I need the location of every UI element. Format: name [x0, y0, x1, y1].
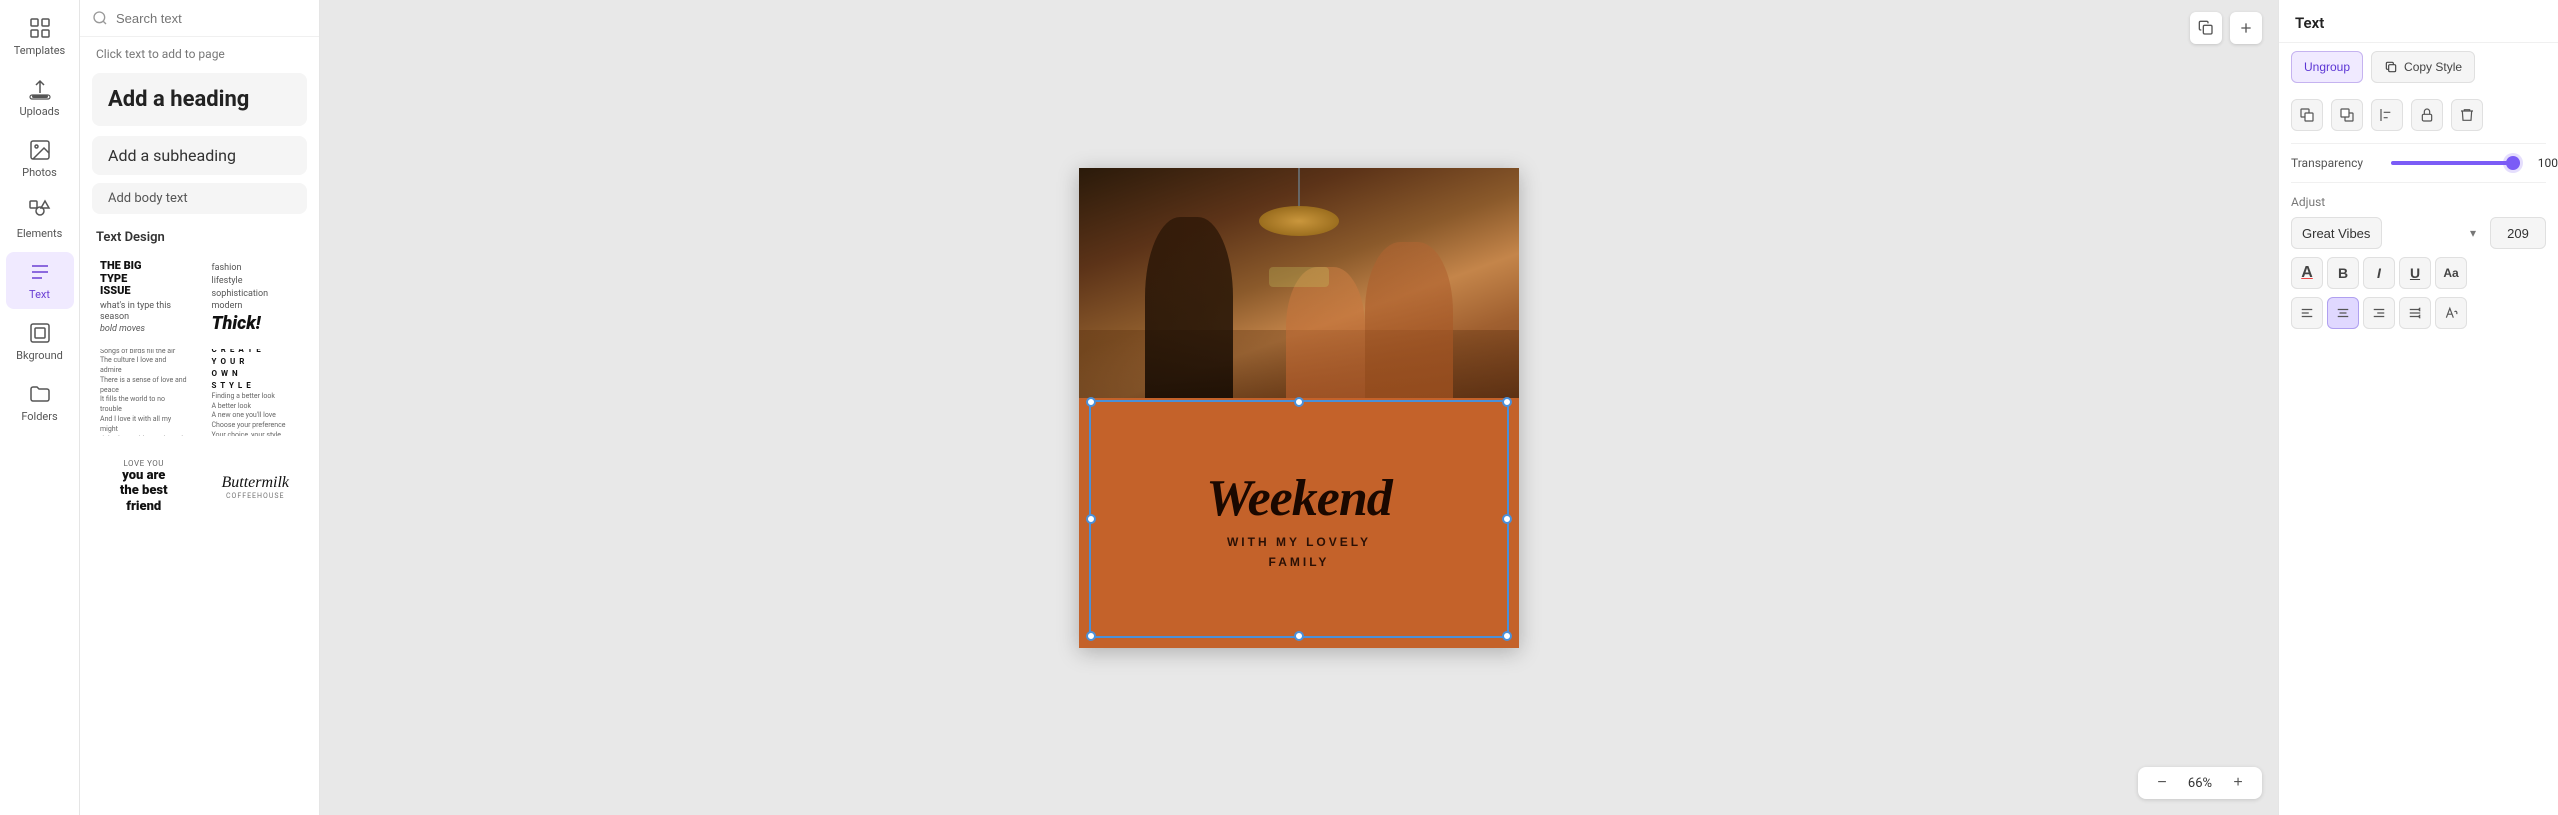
design2-line2: Thick!	[212, 313, 300, 334]
font-select-wrapper: Great Vibes	[2291, 217, 2484, 249]
canvas-text-area: Weekend WITH MY LOVELY FAMILY	[1079, 398, 1519, 648]
bold-button[interactable]: B	[2327, 257, 2359, 289]
design6-line1: Buttermilk	[212, 474, 300, 492]
search-bar	[80, 0, 319, 37]
delete-button[interactable]	[2451, 99, 2483, 131]
canvas-title[interactable]: Weekend	[1206, 473, 1392, 525]
search-input[interactable]	[116, 11, 307, 26]
canvas-photo	[1079, 168, 1519, 418]
sidebar-item-background[interactable]: Bkground	[6, 313, 74, 370]
copy-style-button[interactable]: Copy Style	[2371, 51, 2475, 83]
design5-line2: you arethe bestfriend	[100, 468, 188, 515]
handle-tm[interactable]	[1294, 397, 1304, 407]
add-page-button[interactable]	[2230, 12, 2262, 44]
copy-style-label: Copy Style	[2404, 60, 2462, 74]
align-center-button[interactable]	[2327, 297, 2359, 329]
adjust-label: Adjust	[2279, 187, 2558, 213]
design4-line2: Finding a better lookA better lookA new …	[212, 392, 300, 436]
sidebar-label-templates: Templates	[14, 44, 65, 57]
search-icon	[92, 10, 108, 26]
right-panel: Text Ungroup Copy Style	[2278, 0, 2558, 815]
design-card-2[interactable]: fashionlifestylesophisticationmodern Thi…	[204, 255, 308, 341]
design2-line1: fashionlifestylesophisticationmodern	[212, 262, 300, 312]
transparency-value: 100	[2530, 156, 2558, 170]
canvas-area: Weekend WITH MY LOVELY FAMILY − 66% +	[320, 0, 2278, 815]
sidebar-item-uploads[interactable]: Uploads	[6, 69, 74, 126]
arrangement-row	[2279, 91, 2558, 139]
zoom-out-button[interactable]: −	[2150, 771, 2174, 795]
design-card-4[interactable]: C R E A T EY O U RO W NS T Y L E Finding…	[204, 349, 308, 435]
design1-line1: THE BIGTYPEISSUE	[100, 260, 188, 296]
font-row: Great Vibes	[2279, 213, 2558, 253]
font-size-input[interactable]	[2490, 217, 2546, 249]
zoom-in-button[interactable]: +	[2226, 771, 2250, 795]
sidebar-label-text: Text	[29, 288, 50, 301]
font-select[interactable]: Great Vibes	[2291, 217, 2382, 249]
add-subheading-button[interactable]: Add a subheading	[92, 136, 307, 175]
underline-color-button[interactable]: A	[2291, 257, 2323, 289]
sidebar-label-background: Bkground	[16, 349, 63, 362]
sidebar-item-text[interactable]: Text	[6, 252, 74, 309]
text-format-row: A B I U Aa	[2279, 253, 2558, 293]
sidebar-label-folders: Folders	[21, 410, 57, 423]
transparency-slider[interactable]	[2391, 161, 2520, 165]
text-design-header: Text Design	[80, 218, 319, 251]
design3-line2: Songs of birds fill the airThe culture I…	[100, 349, 188, 435]
sidebar-label-photos: Photos	[22, 166, 57, 179]
canvas-subtitle: WITH MY LOVELY FAMILY	[1227, 533, 1371, 572]
design1-line2: what's in type this seasonbold moves	[100, 301, 188, 336]
panel-actions-row: Ungroup Copy Style	[2279, 43, 2558, 91]
right-panel-header: Text	[2279, 0, 2558, 43]
arrange-back-button[interactable]	[2331, 99, 2363, 131]
lock-button[interactable]	[2411, 99, 2443, 131]
align-row	[2279, 293, 2558, 333]
text-effects-button[interactable]	[2435, 297, 2467, 329]
transparency-label: Transparency	[2291, 156, 2381, 170]
zoom-controls: − 66% +	[2138, 767, 2262, 799]
divider-1	[2291, 143, 2546, 144]
add-heading-button[interactable]: Add a heading	[92, 73, 307, 126]
transparency-row: Transparency 100	[2279, 148, 2558, 178]
line-spacing-button[interactable]	[2399, 297, 2431, 329]
click-hint: Click text to add to page	[80, 37, 319, 67]
sidebar-label-elements: Elements	[17, 227, 63, 240]
canvas-wrapper: Weekend WITH MY LOVELY FAMILY	[1079, 168, 1519, 648]
duplicate-button[interactable]	[2190, 12, 2222, 44]
text-designs-grid: THE BIGTYPEISSUE what's in type this sea…	[80, 251, 319, 534]
design-card-5[interactable]: LOVE YOU you arethe bestfriend	[92, 444, 196, 530]
design-card-3[interactable]: FLIGHT Songs of birds fill the airThe cu…	[92, 349, 196, 435]
align-left-panel-button[interactable]	[2371, 99, 2403, 131]
sidebar-item-elements[interactable]: Elements	[6, 191, 74, 248]
handle-ml[interactable]	[1086, 514, 1096, 524]
sidebar-item-templates[interactable]: Templates	[6, 8, 74, 65]
sidebar-item-photos[interactable]: Photos	[6, 130, 74, 187]
handle-bm[interactable]	[1294, 631, 1304, 641]
handle-br[interactable]	[1502, 631, 1512, 641]
handle-bl[interactable]	[1086, 631, 1096, 641]
arrange-front-button[interactable]	[2291, 99, 2323, 131]
underline-button[interactable]: U	[2399, 257, 2431, 289]
design6-line2: COFFEEHOUSE	[212, 492, 300, 500]
handle-tr[interactable]	[1502, 397, 1512, 407]
text-panel: Click text to add to page Add a heading …	[80, 0, 320, 815]
handle-mr[interactable]	[1502, 514, 1512, 524]
canvas-card[interactable]: Weekend WITH MY LOVELY FAMILY	[1079, 168, 1519, 648]
align-left-button[interactable]	[2291, 297, 2323, 329]
align-right-button[interactable]	[2363, 297, 2395, 329]
ungroup-button[interactable]: Ungroup	[2291, 51, 2363, 83]
handle-tl[interactable]	[1086, 397, 1096, 407]
zoom-value: 66%	[2182, 776, 2218, 791]
tool-sidebar: Templates Uploads Photos Elements Text	[0, 0, 80, 815]
design-card-1[interactable]: THE BIGTYPEISSUE what's in type this sea…	[92, 255, 196, 341]
design5-line1: LOVE YOU	[100, 459, 188, 468]
design4-line1: C R E A T EY O U RO W NS T Y L E	[212, 349, 300, 392]
canvas-toolbar	[2190, 12, 2262, 44]
sidebar-item-folders[interactable]: Folders	[6, 374, 74, 431]
italic-button[interactable]: I	[2363, 257, 2395, 289]
divider-2	[2291, 182, 2546, 183]
sidebar-label-uploads: Uploads	[19, 105, 59, 118]
design-card-6[interactable]: Buttermilk COFFEEHOUSE	[204, 444, 308, 530]
case-button[interactable]: Aa	[2435, 257, 2467, 289]
add-body-button[interactable]: Add body text	[92, 183, 307, 214]
